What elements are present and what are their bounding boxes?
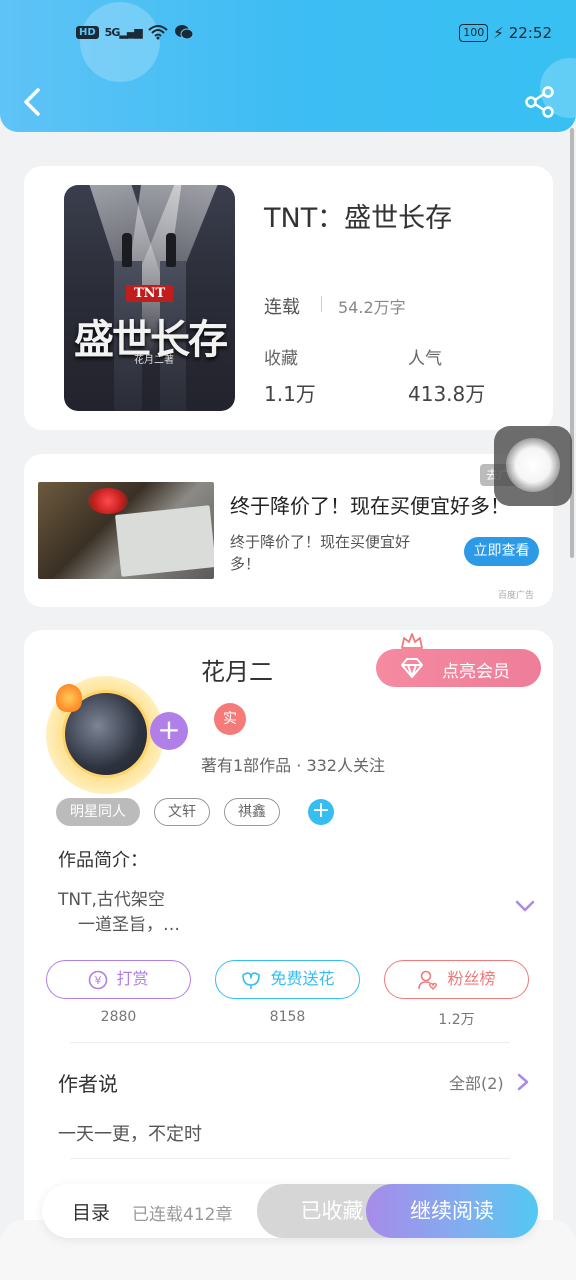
status-bar: HD 5G▂▄▆ 100 ⚡ 22:52 xyxy=(0,22,576,50)
back-button[interactable] xyxy=(18,84,50,120)
divider xyxy=(70,1158,510,1159)
share-icon[interactable] xyxy=(524,86,556,118)
collect-value: 1.1万 xyxy=(264,382,316,406)
add-tag-button[interactable]: + xyxy=(308,799,334,825)
ad-card[interactable]: 终于降价了！现在买便宜好多！ 终于降价了！现在买便宜好多！ 立即查看 去广告 百… xyxy=(24,454,553,607)
tag-list: 明星同人 文轩 祺鑫 + xyxy=(56,798,334,826)
charging-icon: ⚡ xyxy=(493,24,504,42)
flower-icon xyxy=(242,971,261,989)
author-name[interactable]: 花月二 xyxy=(201,652,273,687)
cover-author: 花月二著 xyxy=(134,355,174,366)
author-avatar[interactable]: + xyxy=(46,672,188,794)
word-count: 54.2万字 xyxy=(338,298,406,317)
flower-count: 8158 xyxy=(269,1009,306,1025)
fan-count: 1.2万 xyxy=(438,1012,475,1028)
expand-chevron-icon[interactable] xyxy=(514,898,536,914)
ad-view-button[interactable]: 立即查看 xyxy=(464,537,539,566)
book-cover[interactable]: TNT 盛世长存 花月二著 xyxy=(64,185,235,411)
ad-title[interactable]: 终于降价了！现在买便宜好多！ xyxy=(230,490,510,519)
continue-reading-button[interactable]: 继续阅读 xyxy=(366,1184,538,1238)
intro-text: 一道圣旨，… xyxy=(78,915,180,935)
tag-item[interactable]: 明星同人 xyxy=(56,798,140,826)
intro-title: 作品简介： xyxy=(58,850,148,871)
network-indicator: 5G▂▄▆ xyxy=(104,25,143,39)
book-info-card: TNT 盛世长存 花月二著 TNT：盛世长存 连载 54.2万字 收藏 人气 1… xyxy=(24,166,553,430)
ad-image[interactable] xyxy=(38,482,214,579)
fan-ranking-label: 粉丝榜 xyxy=(447,969,496,988)
divider xyxy=(70,1042,510,1043)
view-all-link[interactable]: 全部(2) xyxy=(449,1070,504,1094)
diamond-icon xyxy=(401,658,423,678)
cover-tag: TNT xyxy=(126,285,174,302)
ad-source: 百度广告 xyxy=(498,591,535,601)
user-heart-icon xyxy=(418,970,438,990)
fan-ranking-button[interactable]: 粉丝榜 xyxy=(384,960,529,999)
tip-count: 2880 xyxy=(100,1009,137,1025)
bottom-action-bar: 目录 已连载412章 已收藏 继续阅读 xyxy=(42,1184,538,1238)
divider xyxy=(321,296,322,312)
vip-button-label: 点亮会员 xyxy=(442,662,510,682)
tip-label: 打赏 xyxy=(116,969,149,988)
book-title: TNT：盛世长存 xyxy=(264,203,453,234)
ad-description[interactable]: 终于降价了！现在买便宜好多！ xyxy=(230,531,430,575)
send-flower-label: 免费送花 xyxy=(270,969,335,988)
author-card: + 花月二 实 著有1部作品 · 332人关注 点亮会员 明星同人 文轩 祺鑫 … xyxy=(24,630,553,1250)
send-flower-button[interactable]: 免费送花 xyxy=(215,960,360,999)
author-stats: 著有1部作品 · 332人关注 xyxy=(201,756,385,775)
battery-indicator: 100 xyxy=(459,24,489,42)
vip-button[interactable]: 点亮会员 xyxy=(376,649,541,687)
popularity-value: 413.8万 xyxy=(408,382,486,406)
chevron-right-icon[interactable] xyxy=(516,1072,530,1092)
wifi-icon xyxy=(148,25,168,40)
author-say-text: 一天一更，不定时 xyxy=(58,1124,202,1145)
chapter-count[interactable]: 已连载412章 xyxy=(132,1200,232,1225)
toc-button[interactable]: 目录 xyxy=(72,1198,110,1225)
intro-text: TNT,古代架空 xyxy=(58,890,165,910)
popularity-label: 人气 xyxy=(408,349,442,369)
hd-indicator: HD xyxy=(76,25,99,39)
tag-item[interactable]: 文轩 xyxy=(154,798,210,826)
avatar-decoration xyxy=(56,684,82,712)
author-say-title: 作者说 xyxy=(58,1072,118,1096)
tip-button[interactable]: ¥ 打赏 xyxy=(46,960,191,999)
header: HD 5G▂▄▆ 100 ⚡ 22:52 xyxy=(0,0,576,132)
serial-status: 连载 xyxy=(264,297,300,318)
verified-badge: 实 xyxy=(214,703,246,735)
wechat-icon xyxy=(174,25,194,40)
crown-icon xyxy=(401,633,423,649)
collect-label: 收藏 xyxy=(264,349,298,369)
clock: 22:52 xyxy=(508,24,552,42)
tag-item[interactable]: 祺鑫 xyxy=(224,798,280,826)
coin-icon: ¥ xyxy=(89,970,108,989)
follow-plus-icon[interactable]: + xyxy=(150,712,188,750)
svg-text:¥: ¥ xyxy=(95,974,102,987)
floating-assistive-button[interactable] xyxy=(494,426,572,506)
